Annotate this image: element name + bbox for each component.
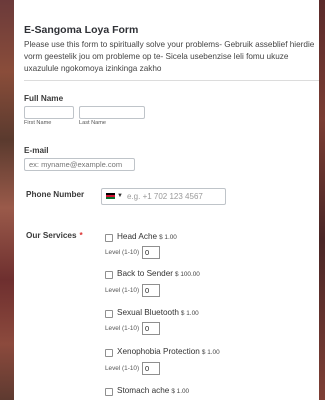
phone-input[interactable]: ▼ e.g. +1 702 123 4567 (101, 188, 226, 205)
header-divider (24, 80, 319, 81)
service-name: Head Ache $ 1.00 (117, 232, 177, 241)
service-name: Sexual Bluetooth $ 1.00 (117, 308, 199, 317)
last-name-sublabel: Last Name (79, 120, 107, 126)
level-label: Level (1-10) (105, 249, 140, 256)
first-name-sublabel: First Name (24, 120, 52, 126)
form-title: E-Sangoma Loya Form (24, 24, 139, 36)
phone-placeholder: e.g. +1 702 123 4567 (127, 192, 203, 201)
service-name: Xenophobia Protection $ 1.00 (117, 347, 220, 356)
background-right-strip (319, 0, 325, 400)
email-input[interactable] (24, 158, 135, 171)
last-name-input[interactable] (79, 106, 145, 119)
level-label: Level (1-10) (105, 325, 140, 332)
level-input[interactable]: 0 (142, 246, 160, 259)
full-name-label: Full Name (24, 94, 64, 103)
kenya-flag-icon[interactable] (106, 193, 115, 199)
service-checkbox[interactable] (105, 271, 113, 279)
first-name-input[interactable] (24, 106, 74, 119)
services-label: Our Services * (26, 231, 83, 240)
level-label: Level (1-10) (105, 365, 140, 372)
service-price: $ 1.00 (201, 349, 220, 356)
service-checkbox[interactable] (105, 234, 113, 242)
service-price: $ 1.00 (180, 310, 199, 317)
required-marker: * (79, 231, 83, 240)
service-price: $ 100.00 (174, 271, 200, 278)
form-card: E-Sangoma Loya Form Please use this form… (14, 0, 319, 400)
phone-label: Phone Number (26, 190, 85, 199)
service-checkbox[interactable] (105, 349, 113, 357)
caret-down-icon[interactable]: ▼ (117, 193, 123, 199)
service-price: $ 1.00 (171, 388, 190, 395)
service-price: $ 1.00 (159, 234, 177, 241)
form-header: E-Sangoma Loya Form Please use this form… (24, 24, 316, 75)
services-label-text: Our Services (26, 231, 77, 240)
service-name: Stomach ache $ 1.00 (117, 386, 190, 395)
level-input[interactable]: 0 (142, 322, 160, 335)
service-checkbox[interactable] (105, 310, 113, 318)
level-label: Level (1-10) (105, 287, 140, 294)
service-name: Back to Sender $ 100.00 (117, 269, 200, 278)
background-left-strip (0, 0, 14, 400)
email-label: E-mail (24, 146, 49, 155)
service-checkbox[interactable] (105, 388, 113, 396)
form-description: Please use this form to spiritually solv… (24, 40, 315, 73)
level-input[interactable]: 0 (142, 362, 160, 375)
level-input[interactable]: 0 (142, 284, 160, 297)
